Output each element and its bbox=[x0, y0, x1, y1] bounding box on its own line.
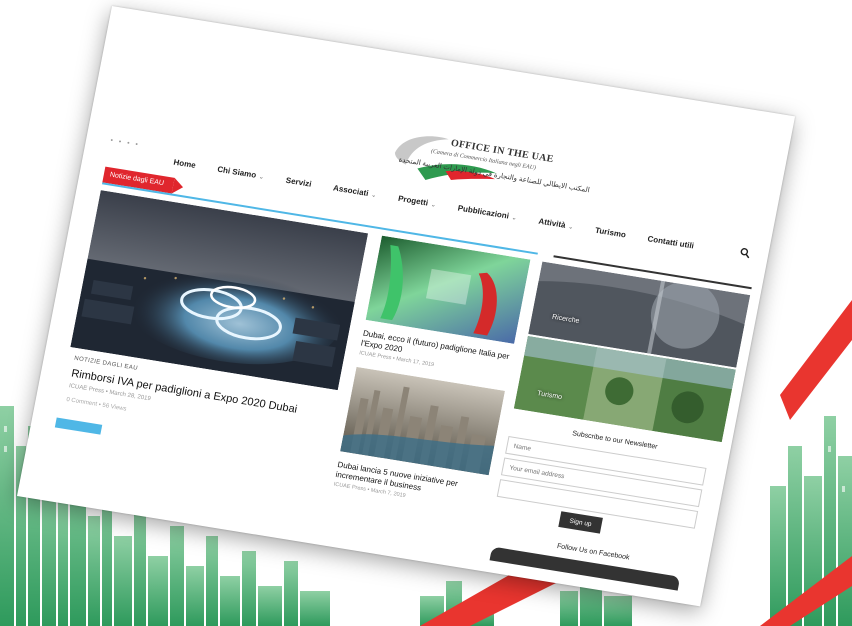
nav-label: Attività bbox=[537, 216, 567, 230]
nav-item-turismo[interactable]: Turismo bbox=[594, 225, 626, 239]
article-image[interactable] bbox=[340, 366, 505, 476]
blue-section-tab bbox=[54, 417, 103, 435]
nav-item-attivita[interactable]: Attività⌄ bbox=[538, 216, 575, 230]
nav-item-pubblicazioni[interactable]: Pubblicazioni⌄ bbox=[457, 203, 518, 221]
nav-item-chi-siamo[interactable]: Chi Siamo⌄ bbox=[217, 164, 265, 180]
chevron-down-icon: ⌄ bbox=[511, 214, 518, 222]
featured-article[interactable]: NOTIZIE DAGLI EAU Rimborsi IVA per padig… bbox=[47, 190, 369, 508]
newsletter-signup-button[interactable]: Sign up bbox=[558, 511, 603, 534]
nav-item-associati[interactable]: Associati⌄ bbox=[332, 183, 377, 199]
nav-label: Chi Siamo bbox=[216, 164, 258, 180]
nav-label: Associati bbox=[332, 182, 370, 198]
search-icon[interactable] bbox=[739, 247, 751, 259]
category-tiles: Ricerche Turismo bbox=[513, 261, 751, 443]
nav-label: Contatti utili bbox=[646, 233, 695, 250]
nav-item-contatti-utili[interactable]: Contatti utili bbox=[647, 234, 695, 250]
chevron-down-icon: ⌄ bbox=[567, 223, 574, 231]
nav-item-home[interactable]: Home bbox=[173, 157, 197, 169]
nav-label: Progetti bbox=[397, 193, 430, 208]
nav-label: Servizi bbox=[285, 175, 313, 189]
featured-article-stats: 0 Comment • 56 Views bbox=[65, 396, 127, 413]
nav-label: Pubblicazioni bbox=[457, 203, 510, 221]
nav-item-progetti[interactable]: Progetti⌄ bbox=[397, 193, 437, 208]
chevron-down-icon: ⌄ bbox=[258, 173, 265, 181]
nav-item-servizi[interactable]: Servizi bbox=[285, 175, 312, 188]
article-card[interactable]: Dubai, ecco il (futuro) padiglione Itali… bbox=[359, 235, 531, 381]
red-stripe-decor bbox=[780, 300, 852, 420]
chevron-down-icon: ⌄ bbox=[370, 192, 377, 199]
nav-label: Home bbox=[172, 157, 197, 170]
chevron-down-icon: ⌄ bbox=[430, 201, 437, 209]
top-bar-dots: • • • • bbox=[109, 137, 141, 149]
article-card[interactable]: Dubai lancia 5 nuove iniziative per incr… bbox=[333, 366, 505, 512]
nav-label: Turismo bbox=[594, 225, 627, 240]
article-image[interactable] bbox=[365, 235, 531, 344]
